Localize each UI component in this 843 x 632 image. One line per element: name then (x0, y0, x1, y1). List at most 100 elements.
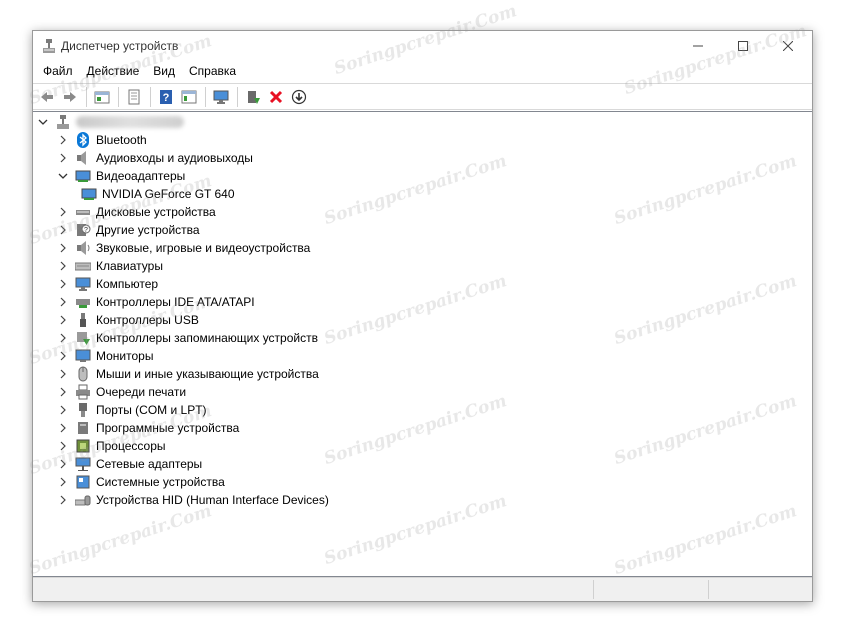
menu-bar: Файл Действие Вид Справка (33, 61, 812, 82)
minimize-icon (692, 45, 703, 47)
tree-item-label: Видеоадаптеры (96, 169, 186, 183)
chevron-right-icon[interactable] (57, 491, 69, 509)
chevron-right-icon[interactable] (57, 347, 69, 365)
tree-category-item[interactable]: Компьютер (57, 275, 158, 293)
tree-item-label: Устройства HID (Human Interface Devices) (96, 493, 329, 507)
tree-category-item[interactable]: Порты (COM и LPT) (57, 401, 207, 419)
uninstall-icon (269, 90, 283, 103)
download-button[interactable] (288, 86, 310, 108)
chevron-right-icon[interactable] (57, 275, 69, 293)
back-button[interactable] (36, 86, 58, 108)
chevron-down-icon[interactable] (37, 113, 49, 131)
tree-item-label: Очереди печати (96, 385, 187, 399)
device-tree[interactable]: Bluetooth Аудиовходы и аудиовыходы Видеоад… (33, 111, 812, 577)
tree-item-label: Порты (COM и LPT) (96, 403, 207, 417)
chevron-right-icon[interactable] (57, 329, 69, 347)
hid-icon (75, 492, 91, 508)
tree-category-item[interactable]: Дисковые устройства (57, 203, 216, 221)
download-icon (291, 89, 307, 104)
tree-category-item[interactable]: Звуковые, игровые и видеоустройства (57, 239, 310, 257)
tree-category-item[interactable]: Контроллеры IDE ATA/ATAPI (57, 293, 255, 311)
scan-hardware-button[interactable] (210, 86, 232, 108)
status-divider (708, 580, 709, 599)
tree-item-label: Системные устройства (96, 475, 225, 489)
system-device-icon (75, 474, 91, 490)
tree-item-label: NVIDIA GeForce GT 640 (102, 187, 235, 201)
tree-category-item[interactable]: Видеоадаптеры (57, 167, 185, 185)
tree-item-label: Контроллеры USB (96, 313, 199, 327)
properties-button[interactable] (91, 86, 113, 108)
properties-icon (94, 91, 110, 103)
tree-item-label: Программные устройства (96, 421, 240, 435)
toolbar-separator (86, 86, 87, 107)
tree-category-item[interactable]: Сетевые адаптеры (57, 455, 202, 473)
chevron-right-icon[interactable] (57, 455, 69, 473)
tree-category-item[interactable]: Контроллеры USB (57, 311, 199, 329)
unknown-device-icon: ? (75, 222, 91, 238)
chevron-right-icon[interactable] (57, 239, 69, 257)
maximize-button[interactable] (720, 31, 765, 61)
tree-category-item[interactable]: Устройства HID (Human Interface Devices) (57, 491, 329, 509)
update-driver-button[interactable] (123, 86, 145, 108)
tree-device-item[interactable]: NVIDIA GeForce GT 640 (77, 185, 235, 203)
monitor-icon (75, 348, 91, 364)
display-adapter-icon (75, 168, 91, 184)
tree-category-item[interactable]: ? Другие устройства (57, 221, 200, 239)
tree-item-label: Звуковые, игровые и видеоустройства (96, 241, 311, 255)
title-bar[interactable]: Диспетчер устройств (33, 31, 812, 61)
menu-action[interactable]: Действие (80, 61, 147, 82)
tree-category-item[interactable]: Мыши и иные указывающие устройства (57, 365, 319, 383)
chevron-right-icon[interactable] (57, 257, 69, 275)
tree-item-label: Компьютер (96, 277, 159, 291)
back-icon (41, 91, 53, 102)
tree-item-label: Процессоры (96, 439, 166, 453)
forward-button[interactable] (59, 86, 81, 108)
tree-category-item[interactable]: Bluetooth (57, 131, 147, 149)
view-button[interactable] (178, 86, 200, 108)
toolbar-separator (205, 86, 206, 107)
tree-category-item[interactable]: Системные устройства (57, 473, 225, 491)
tree-category-item[interactable]: Клавиатуры (57, 257, 163, 275)
tree-item-label: Сетевые адаптеры (96, 457, 203, 471)
tree-root[interactable] (37, 113, 184, 131)
chevron-right-icon[interactable] (57, 419, 69, 437)
menu-help[interactable]: Справка (182, 61, 243, 82)
chevron-right-icon[interactable] (57, 311, 69, 329)
usb-icon (75, 312, 91, 328)
scan-hardware-icon (213, 90, 229, 104)
toolbar-separator (118, 86, 119, 107)
chevron-right-icon[interactable] (57, 203, 69, 221)
tree-category-item[interactable]: Программные устройства (57, 419, 239, 437)
chevron-right-icon[interactable] (57, 221, 69, 239)
chevron-down-icon[interactable] (57, 167, 69, 185)
printer-icon (75, 384, 91, 400)
tree-category-item[interactable]: Контроллеры запоминающих устройств (57, 329, 318, 347)
chevron-right-icon[interactable] (57, 437, 69, 455)
tree-category-item[interactable]: Процессоры (57, 437, 166, 455)
close-button[interactable] (765, 31, 810, 61)
minimize-button[interactable] (675, 31, 720, 61)
keyboard-icon (75, 258, 91, 274)
chevron-right-icon[interactable] (57, 293, 69, 311)
computer-name-blurred (76, 116, 184, 128)
chevron-right-icon[interactable] (57, 473, 69, 491)
tree-category-item[interactable]: Очереди печати (57, 383, 186, 401)
chevron-right-icon[interactable] (57, 401, 69, 419)
chevron-right-icon[interactable] (57, 383, 69, 401)
status-divider (593, 580, 594, 599)
tree-item-label: Контроллеры запоминающих устройств (96, 331, 318, 345)
chevron-right-icon[interactable] (57, 131, 69, 149)
chevron-right-icon[interactable] (57, 365, 69, 383)
tree-item-label: Мониторы (96, 349, 154, 363)
uninstall-button[interactable] (265, 86, 287, 108)
toolbar-separator (237, 86, 238, 107)
menu-view[interactable]: Вид (146, 61, 182, 82)
chevron-right-icon[interactable] (57, 149, 69, 167)
sound-icon (75, 240, 91, 256)
forward-icon (64, 91, 76, 102)
menu-file[interactable]: Файл (36, 61, 80, 82)
tree-category-item[interactable]: Аудиовходы и аудиовыходы (57, 149, 253, 167)
help-button[interactable]: ? (155, 86, 177, 108)
enable-device-button[interactable] (242, 86, 264, 108)
tree-category-item[interactable]: Мониторы (57, 347, 153, 365)
